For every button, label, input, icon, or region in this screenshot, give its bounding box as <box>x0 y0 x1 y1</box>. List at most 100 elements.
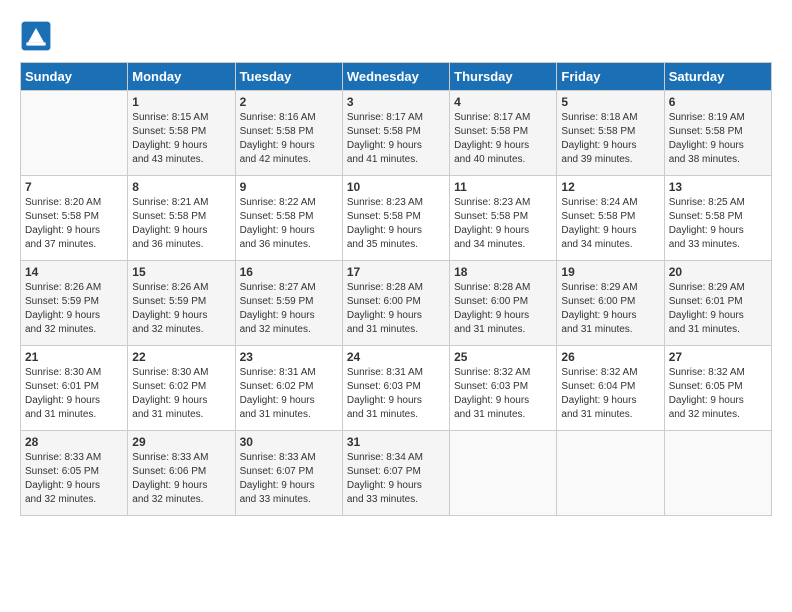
calendar-cell: 9 Sunrise: 8:22 AM Sunset: 5:58 PM Daylig… <box>235 176 342 261</box>
day-number: 9 <box>240 180 338 194</box>
day-info: Sunrise: 8:21 AM Sunset: 5:58 PM Dayligh… <box>132 196 230 252</box>
day-number: 1 <box>132 95 230 109</box>
day-number: 30 <box>240 435 338 449</box>
calendar-cell: 1 Sunrise: 8:15 AM Sunset: 5:58 PM Daylig… <box>128 91 235 176</box>
day-number: 26 <box>561 350 659 364</box>
day-info: Sunrise: 8:20 AM Sunset: 5:58 PM Dayligh… <box>25 196 123 252</box>
day-number: 24 <box>347 350 445 364</box>
day-info: Sunrise: 8:19 AM Sunset: 5:58 PM Dayligh… <box>669 111 767 167</box>
day-number: 3 <box>347 95 445 109</box>
calendar-cell: 22Sunrise: 8:30 AM Sunset: 6:02 PM Dayli… <box>128 346 235 431</box>
day-number: 29 <box>132 435 230 449</box>
day-info: Sunrise: 8:32 AM Sunset: 6:05 PM Dayligh… <box>669 366 767 422</box>
calendar-cell: 24 Sunrise: 8:31 AM Sunset: 6:03 PM Dayli… <box>342 346 449 431</box>
weekday-header: Tuesday <box>235 63 342 91</box>
day-info: Sunrise: 8:28 AM Sunset: 6:00 PM Dayligh… <box>454 281 552 337</box>
page-header <box>20 20 772 52</box>
day-number: 6 <box>669 95 767 109</box>
day-number: 27 <box>669 350 767 364</box>
calendar-cell: 2 Sunrise: 8:16 AM Sunset: 5:58 PM Daylig… <box>235 91 342 176</box>
day-number: 2 <box>240 95 338 109</box>
day-number: 23 <box>240 350 338 364</box>
weekday-header: Sunday <box>21 63 128 91</box>
day-number: 19 <box>561 265 659 279</box>
day-number: 28 <box>25 435 123 449</box>
calendar-week-row: 1 Sunrise: 8:15 AM Sunset: 5:58 PM Daylig… <box>21 91 772 176</box>
calendar-cell: 14 Sunrise: 8:26 AM Sunset: 5:59 PM Dayli… <box>21 261 128 346</box>
day-info: Sunrise: 8:32 AM Sunset: 6:04 PM Dayligh… <box>561 366 659 422</box>
calendar-cell: 3 Sunrise: 8:17 AM Sunset: 5:58 PM Daylig… <box>342 91 449 176</box>
calendar-cell: 25Sunrise: 8:32 AM Sunset: 6:03 PM Dayli… <box>450 346 557 431</box>
day-info: Sunrise: 8:31 AM Sunset: 6:02 PM Dayligh… <box>240 366 338 422</box>
calendar-cell: 17Sunrise: 8:28 AM Sunset: 6:00 PM Dayli… <box>342 261 449 346</box>
calendar-week-row: 28 Sunrise: 8:33 AM Sunset: 6:05 PM Dayli… <box>21 431 772 516</box>
calendar-cell <box>450 431 557 516</box>
day-number: 12 <box>561 180 659 194</box>
calendar-cell: 11 Sunrise: 8:23 AM Sunset: 5:58 PM Dayli… <box>450 176 557 261</box>
calendar-cell: 31 Sunrise: 8:34 AM Sunset: 6:07 PM Dayli… <box>342 431 449 516</box>
day-number: 11 <box>454 180 552 194</box>
calendar-cell: 29 Sunrise: 8:33 AM Sunset: 6:06 PM Dayli… <box>128 431 235 516</box>
calendar-cell: 6 Sunrise: 8:19 AM Sunset: 5:58 PM Daylig… <box>664 91 771 176</box>
day-info: Sunrise: 8:27 AM Sunset: 5:59 PM Dayligh… <box>240 281 338 337</box>
day-info: Sunrise: 8:24 AM Sunset: 5:58 PM Dayligh… <box>561 196 659 252</box>
calendar-cell <box>557 431 664 516</box>
day-info: Sunrise: 8:23 AM Sunset: 5:58 PM Dayligh… <box>454 196 552 252</box>
calendar-cell: 4Sunrise: 8:17 AM Sunset: 5:58 PM Daylig… <box>450 91 557 176</box>
day-info: Sunrise: 8:31 AM Sunset: 6:03 PM Dayligh… <box>347 366 445 422</box>
calendar-cell: 26 Sunrise: 8:32 AM Sunset: 6:04 PM Dayli… <box>557 346 664 431</box>
day-number: 10 <box>347 180 445 194</box>
calendar-header: SundayMondayTuesdayWednesdayThursdayFrid… <box>21 63 772 91</box>
calendar-cell: 7Sunrise: 8:20 AM Sunset: 5:58 PM Daylig… <box>21 176 128 261</box>
day-number: 31 <box>347 435 445 449</box>
calendar-cell: 8 Sunrise: 8:21 AM Sunset: 5:58 PM Daylig… <box>128 176 235 261</box>
calendar-body: 1 Sunrise: 8:15 AM Sunset: 5:58 PM Daylig… <box>21 91 772 516</box>
day-info: Sunrise: 8:33 AM Sunset: 6:07 PM Dayligh… <box>240 451 338 507</box>
day-info: Sunrise: 8:18 AM Sunset: 5:58 PM Dayligh… <box>561 111 659 167</box>
calendar-cell: 27 Sunrise: 8:32 AM Sunset: 6:05 PM Dayli… <box>664 346 771 431</box>
day-info: Sunrise: 8:23 AM Sunset: 5:58 PM Dayligh… <box>347 196 445 252</box>
day-info: Sunrise: 8:17 AM Sunset: 5:58 PM Dayligh… <box>454 111 552 167</box>
calendar-cell: 12 Sunrise: 8:24 AM Sunset: 5:58 PM Dayli… <box>557 176 664 261</box>
day-info: Sunrise: 8:26 AM Sunset: 5:59 PM Dayligh… <box>132 281 230 337</box>
day-number: 16 <box>240 265 338 279</box>
calendar-cell: 30 Sunrise: 8:33 AM Sunset: 6:07 PM Dayli… <box>235 431 342 516</box>
day-info: Sunrise: 8:15 AM Sunset: 5:58 PM Dayligh… <box>132 111 230 167</box>
day-info: Sunrise: 8:33 AM Sunset: 6:06 PM Dayligh… <box>132 451 230 507</box>
calendar-week-row: 21Sunrise: 8:30 AM Sunset: 6:01 PM Dayli… <box>21 346 772 431</box>
calendar-cell: 21Sunrise: 8:30 AM Sunset: 6:01 PM Dayli… <box>21 346 128 431</box>
calendar-cell: 28 Sunrise: 8:33 AM Sunset: 6:05 PM Dayli… <box>21 431 128 516</box>
calendar-table: SundayMondayTuesdayWednesdayThursdayFrid… <box>20 62 772 516</box>
calendar-cell: 15 Sunrise: 8:26 AM Sunset: 5:59 PM Dayli… <box>128 261 235 346</box>
day-number: 15 <box>132 265 230 279</box>
calendar-cell: 10 Sunrise: 8:23 AM Sunset: 5:58 PM Dayli… <box>342 176 449 261</box>
day-number: 18 <box>454 265 552 279</box>
calendar-cell: 5 Sunrise: 8:18 AM Sunset: 5:58 PM Daylig… <box>557 91 664 176</box>
calendar-cell: 23 Sunrise: 8:31 AM Sunset: 6:02 PM Dayli… <box>235 346 342 431</box>
day-number: 21 <box>25 350 123 364</box>
calendar-cell: 16 Sunrise: 8:27 AM Sunset: 5:59 PM Dayli… <box>235 261 342 346</box>
calendar-cell: 13Sunrise: 8:25 AM Sunset: 5:58 PM Dayli… <box>664 176 771 261</box>
logo-icon <box>20 20 52 52</box>
day-info: Sunrise: 8:16 AM Sunset: 5:58 PM Dayligh… <box>240 111 338 167</box>
weekday-header: Thursday <box>450 63 557 91</box>
weekday-header: Friday <box>557 63 664 91</box>
day-info: Sunrise: 8:26 AM Sunset: 5:59 PM Dayligh… <box>25 281 123 337</box>
weekday-header: Saturday <box>664 63 771 91</box>
calendar-cell <box>664 431 771 516</box>
calendar-week-row: 7Sunrise: 8:20 AM Sunset: 5:58 PM Daylig… <box>21 176 772 261</box>
day-number: 8 <box>132 180 230 194</box>
day-info: Sunrise: 8:34 AM Sunset: 6:07 PM Dayligh… <box>347 451 445 507</box>
day-number: 14 <box>25 265 123 279</box>
calendar-week-row: 14 Sunrise: 8:26 AM Sunset: 5:59 PM Dayli… <box>21 261 772 346</box>
day-number: 20 <box>669 265 767 279</box>
day-number: 13 <box>669 180 767 194</box>
day-number: 22 <box>132 350 230 364</box>
day-info: Sunrise: 8:32 AM Sunset: 6:03 PM Dayligh… <box>454 366 552 422</box>
day-number: 5 <box>561 95 659 109</box>
logo <box>20 20 56 52</box>
day-info: Sunrise: 8:22 AM Sunset: 5:58 PM Dayligh… <box>240 196 338 252</box>
day-info: Sunrise: 8:33 AM Sunset: 6:05 PM Dayligh… <box>25 451 123 507</box>
day-info: Sunrise: 8:17 AM Sunset: 5:58 PM Dayligh… <box>347 111 445 167</box>
calendar-cell: 19Sunrise: 8:29 AM Sunset: 6:00 PM Dayli… <box>557 261 664 346</box>
